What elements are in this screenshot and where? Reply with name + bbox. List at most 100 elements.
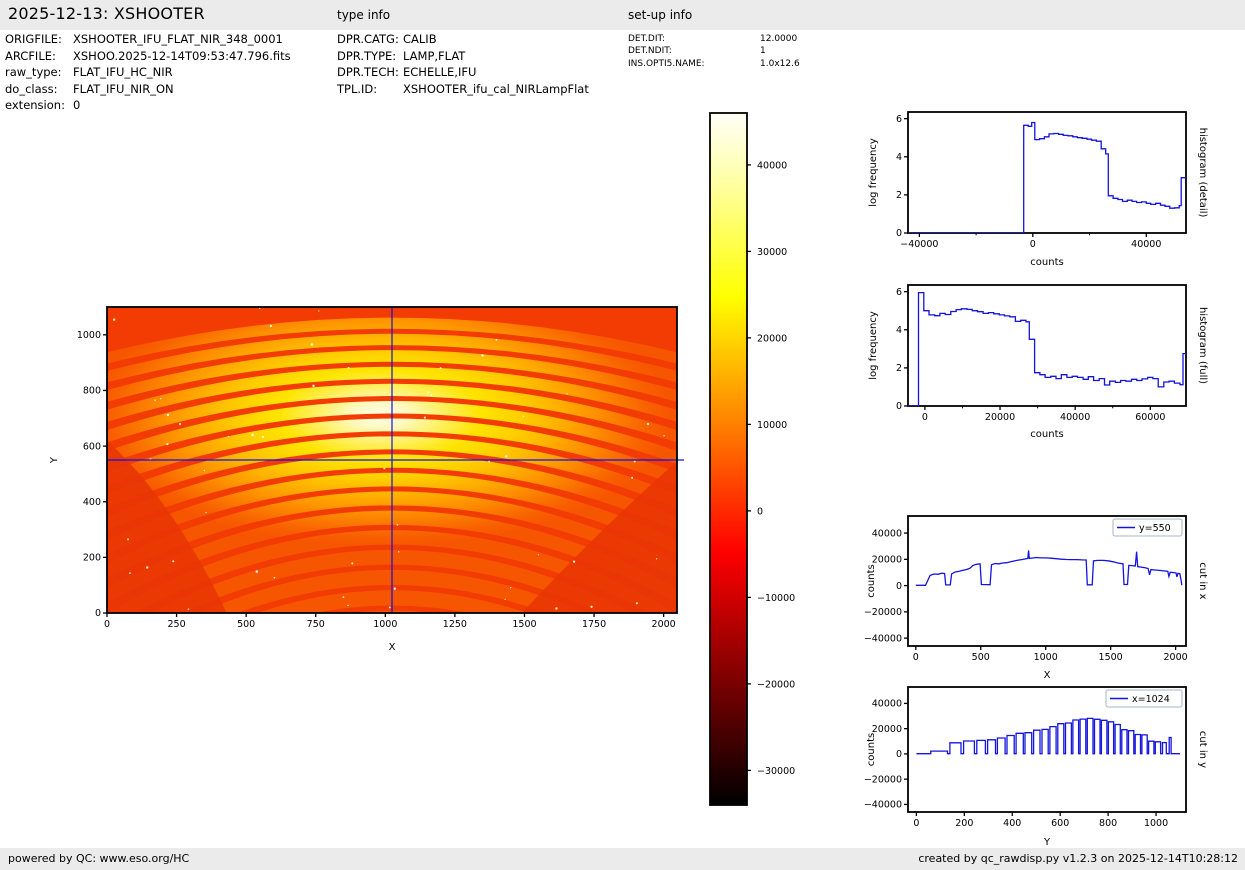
svg-text:4: 4 — [896, 152, 902, 163]
svg-text:counts: counts — [1030, 429, 1063, 440]
footer-bar: powered by QC: www.eso.org/HC created by… — [0, 848, 1245, 870]
svg-text:500: 500 — [237, 619, 255, 630]
svg-text:log frequency: log frequency — [868, 311, 879, 380]
meta-row-tplid: TPL.ID: XSHOOTER_ifu_cal_NIRLampFlat — [337, 81, 589, 98]
svg-text:counts: counts — [866, 564, 877, 597]
meta-row-extension: extension: 0 — [5, 97, 291, 114]
meta-row-dprcatg: DPR.CATG: CALIB — [337, 31, 589, 48]
svg-text:4: 4 — [896, 325, 902, 336]
svg-text:500: 500 — [972, 652, 990, 663]
dprtype-label: DPR.TYPE: — [337, 48, 403, 65]
svg-text:X: X — [389, 642, 396, 653]
svg-text:800: 800 — [83, 386, 101, 397]
svg-text:600: 600 — [1051, 818, 1069, 829]
cut-in-x-plot: 0500100015002000−40000−2000002000040000X… — [860, 503, 1245, 685]
svg-text:−40000: −40000 — [864, 633, 902, 644]
page-title: 2025-12-13: XSHOOTER — [8, 4, 205, 23]
cut-in-y-plot: 02004006008001000−40000−2000002000040000… — [860, 673, 1245, 849]
svg-text:800: 800 — [1099, 818, 1117, 829]
svg-text:2: 2 — [896, 363, 902, 374]
svg-text:y=550: y=550 — [1139, 523, 1171, 534]
meta-row-rawtype: raw_type: FLAT_IFU_HC_NIR — [5, 64, 291, 81]
doclass-label: do_class: — [5, 81, 73, 98]
type-info-block: DPR.CATG: CALIB DPR.TYPE: LAMP,FLAT DPR.… — [337, 31, 589, 97]
meta-row-doclass: do_class: FLAT_IFU_NIR_ON — [5, 81, 291, 98]
svg-text:20000: 20000 — [872, 555, 902, 566]
rawtype-label: raw_type: — [5, 64, 73, 81]
meta-row-opti5: INS.OPTI5.NAME: 1.0x12.6 — [628, 58, 800, 70]
svg-text:40000: 40000 — [872, 528, 902, 539]
svg-text:2000: 2000 — [652, 619, 676, 630]
dprtype-value: LAMP,FLAT — [403, 48, 465, 65]
raw-frame-heatmap-plot: 0250500750100012501500175020000200400600… — [40, 295, 700, 665]
svg-text:1000: 1000 — [1144, 818, 1168, 829]
svg-text:−20000: −20000 — [757, 679, 795, 690]
svg-text:1500: 1500 — [512, 619, 536, 630]
svg-text:counts: counts — [1030, 257, 1063, 268]
file-info-block: ORIGFILE: XSHOOTER_IFU_FLAT_NIR_348_0001… — [5, 31, 291, 114]
meta-row-detndit: DET.NDIT: 1 — [628, 45, 800, 57]
detdit-label: DET.DIT: — [628, 33, 760, 45]
tplid-label: TPL.ID: — [337, 81, 403, 98]
svg-text:0: 0 — [896, 581, 902, 592]
svg-text:40000: 40000 — [1131, 239, 1161, 250]
opti5-value: 1.0x12.6 — [760, 58, 800, 70]
extension-value: 0 — [73, 97, 80, 114]
svg-text:20000: 20000 — [985, 412, 1015, 423]
footer-right-text: created by qc_rawdisp.py v1.2.3 on 2025-… — [918, 852, 1238, 865]
tplid-value: XSHOOTER_ifu_cal_NIRLampFlat — [403, 81, 589, 98]
svg-text:40000: 40000 — [1060, 412, 1090, 423]
header-bar: 2025-12-13: XSHOOTER type info set-up in… — [0, 0, 1245, 30]
svg-text:40000: 40000 — [872, 699, 902, 710]
svg-text:10000: 10000 — [757, 420, 787, 431]
svg-text:60000: 60000 — [1135, 412, 1165, 423]
svg-text:cut in y: cut in y — [1197, 731, 1208, 768]
svg-text:1250: 1250 — [443, 619, 467, 630]
dprtech-value: ECHELLE,IFU — [403, 64, 476, 81]
svg-text:0: 0 — [896, 228, 902, 239]
type-info-heading: type info — [337, 8, 390, 22]
arcfile-value: XSHOO.2025-12-14T09:53:47.796.fits — [73, 48, 291, 65]
svg-text:200: 200 — [83, 553, 101, 564]
opti5-label: INS.OPTI5.NAME: — [628, 58, 760, 70]
svg-text:0: 0 — [757, 506, 763, 517]
svg-text:40000: 40000 — [757, 160, 787, 171]
svg-text:0: 0 — [1030, 239, 1036, 250]
meta-row-dprtype: DPR.TYPE: LAMP,FLAT — [337, 48, 589, 65]
setup-info-block: DET.DIT: 12.0000 DET.NDIT: 1 INS.OPTI5.N… — [628, 33, 800, 70]
colorbar: 400003000020000100000−10000−20000−30000 — [700, 105, 840, 820]
histogram-detail-plot: −400000400000246countslog frequencyhisto… — [860, 100, 1245, 278]
svg-text:x=1024: x=1024 — [1132, 694, 1170, 705]
svg-text:250: 250 — [168, 619, 186, 630]
svg-text:histogram (full): histogram (full) — [1197, 307, 1208, 384]
meta-row-detdit: DET.DIT: 12.0000 — [628, 33, 800, 45]
svg-text:0: 0 — [896, 749, 902, 760]
origfile-value: XSHOOTER_IFU_FLAT_NIR_348_0001 — [73, 31, 283, 48]
svg-text:0: 0 — [913, 818, 919, 829]
svg-text:histogram (detail): histogram (detail) — [1197, 128, 1208, 218]
svg-text:−40000: −40000 — [864, 800, 902, 811]
footer-left-text: powered by QC: www.eso.org/HC — [8, 852, 189, 865]
svg-text:6: 6 — [896, 114, 902, 125]
svg-text:cut in x: cut in x — [1197, 562, 1208, 599]
dprtech-label: DPR.TECH: — [337, 64, 403, 81]
meta-row-arcfile: ARCFILE: XSHOO.2025-12-14T09:53:47.796.f… — [5, 48, 291, 65]
setup-info-heading: set-up info — [628, 8, 692, 22]
svg-text:600: 600 — [83, 441, 101, 452]
meta-row-origfile: ORIGFILE: XSHOOTER_IFU_FLAT_NIR_348_0001 — [5, 31, 291, 48]
extension-label: extension: — [5, 97, 73, 114]
detdit-value: 12.0000 — [760, 33, 797, 45]
histogram-full-plot: 02000040000600000246countslog frequencyh… — [860, 273, 1245, 451]
svg-text:0: 0 — [913, 652, 919, 663]
svg-text:−30000: −30000 — [757, 766, 795, 777]
dprcatg-value: CALIB — [403, 31, 437, 48]
doclass-value: FLAT_IFU_NIR_ON — [73, 81, 174, 98]
origfile-label: ORIGFILE: — [5, 31, 73, 48]
svg-text:6: 6 — [896, 287, 902, 298]
svg-text:0: 0 — [896, 401, 902, 412]
svg-text:750: 750 — [307, 619, 325, 630]
rawtype-value: FLAT_IFU_HC_NIR — [73, 64, 173, 81]
svg-text:1000: 1000 — [1034, 652, 1058, 663]
svg-text:30000: 30000 — [757, 247, 787, 258]
svg-text:−20000: −20000 — [864, 774, 902, 785]
